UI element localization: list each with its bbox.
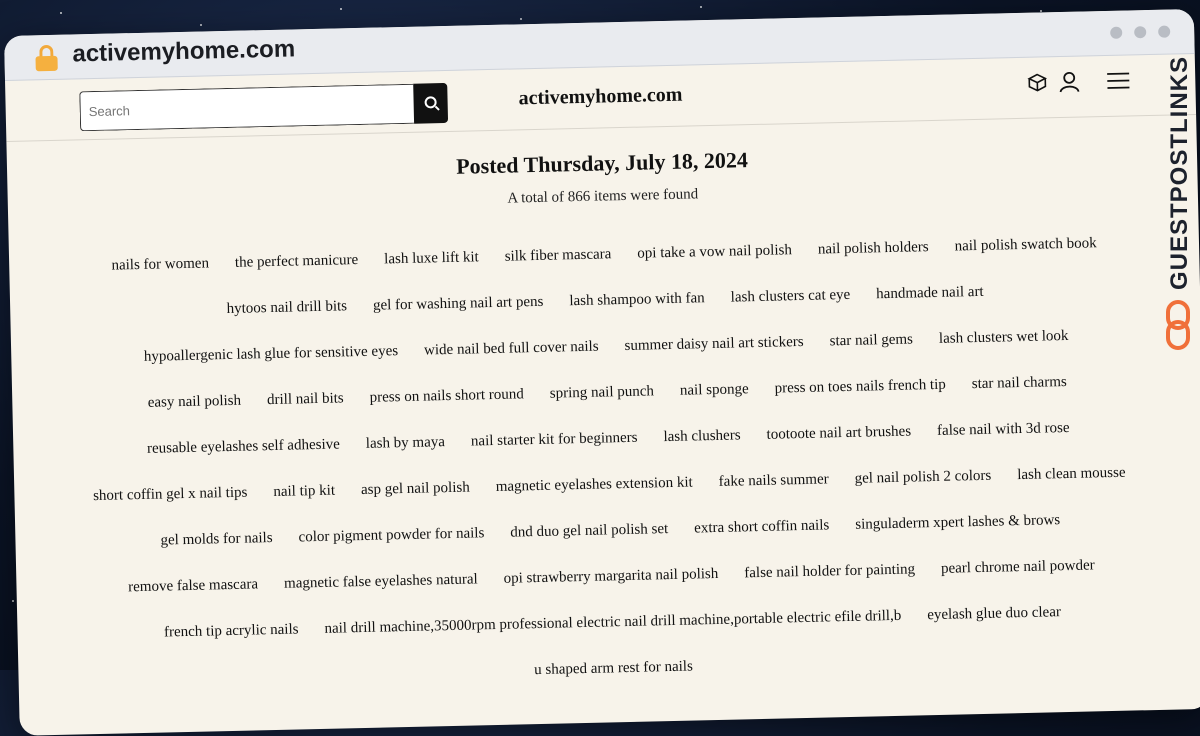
tag-list: nails for women the perfect manicure lash … (74, 219, 1144, 703)
tag-link[interactable]: singuladerm xpert lashes & brows (855, 497, 1061, 548)
tag-link[interactable]: nail polish holders (817, 224, 929, 273)
tag-link[interactable]: false nail with 3d rose (937, 405, 1070, 454)
tag-link[interactable]: hypoallergenic lash glue for sensitive e… (143, 328, 399, 380)
box-icon[interactable] (1027, 72, 1048, 92)
tag-link[interactable]: magnetic eyelashes extension kit (495, 459, 693, 509)
tag-link[interactable]: handmade nail art (876, 269, 984, 317)
tag-link[interactable]: reusable eyelashes self adhesive (147, 421, 341, 471)
tag-link[interactable]: nail sponge (679, 366, 749, 414)
guestpostlinks-banner-text: GUESTPOSTLINKS (1166, 56, 1193, 291)
tag-link[interactable]: summer daisy nail art stickers (624, 319, 804, 369)
tag-link[interactable]: lash clushers (663, 412, 741, 460)
site-title[interactable]: activemyhome.com (5, 72, 1195, 122)
browser-window: activemyhome.com activemyhome.com Posted… (4, 9, 1200, 736)
tag-link[interactable]: lash clusters cat eye (730, 272, 851, 321)
window-dot[interactable] (1134, 26, 1147, 39)
tag-link[interactable]: dnd duo gel nail polish set (510, 506, 669, 556)
link-icon (1166, 300, 1190, 350)
tag-link[interactable]: spring nail punch (549, 368, 654, 416)
tag-link[interactable]: gel molds for nails (160, 515, 273, 564)
tag-link[interactable]: tootoote nail art brushes (766, 409, 912, 458)
tag-link[interactable]: asp gel nail polish (360, 465, 470, 513)
tag-link[interactable]: lash clusters wet look (938, 313, 1069, 362)
tag-link[interactable]: press on toes nails french tip (774, 362, 946, 412)
tag-link[interactable]: remove false mascara (128, 561, 259, 610)
lock-icon (34, 44, 59, 72)
tag-link[interactable]: pearl chrome nail powder (940, 542, 1095, 591)
tag-link[interactable]: opi strawberry margarita nail polish (503, 551, 719, 602)
tag-link[interactable]: magnetic false eyelashes natural (284, 556, 479, 606)
tag-link[interactable]: hytoos nail drill bits (226, 283, 347, 332)
tag-link[interactable]: nail tip kit (273, 468, 336, 515)
tag-link[interactable]: false nail holder for painting (744, 546, 916, 596)
tag-link[interactable]: lash shampoo with fan (569, 275, 705, 324)
tag-link[interactable]: star nail charms (971, 359, 1067, 407)
url-text[interactable]: activemyhome.com (72, 35, 295, 68)
tag-link[interactable]: gel nail polish 2 colors (854, 453, 992, 502)
tag-link[interactable]: lash luxe lift kit (384, 234, 480, 282)
tag-link[interactable]: wide nail bed full cover nails (424, 324, 600, 374)
user-icon[interactable] (1059, 71, 1080, 93)
menu-icon[interactable] (1105, 70, 1131, 91)
tag-link[interactable]: french tip acrylic nails (163, 606, 299, 655)
tag-link[interactable]: opi take a vow nail polish (637, 227, 793, 276)
tag-link[interactable]: drill nail bits (267, 375, 345, 423)
tag-link[interactable]: u shaped arm rest for nails (534, 644, 694, 694)
tag-link[interactable]: lash clean mousse (1017, 450, 1126, 498)
tag-link[interactable]: eyelash glue duo clear (927, 589, 1062, 638)
tag-link[interactable]: star nail gems (829, 316, 913, 364)
tag-link[interactable]: easy nail polish (147, 378, 242, 426)
tag-link[interactable]: press on nails short round (369, 371, 524, 420)
window-controls (1110, 25, 1171, 39)
tag-link[interactable]: gel for washing nail art pens (373, 279, 544, 329)
tag-link[interactable]: nail polish swatch book (954, 220, 1097, 269)
tag-link[interactable]: nail starter kit for beginners (470, 415, 638, 465)
tag-link[interactable]: extra short coffin nails (694, 502, 830, 551)
header-icons (1027, 69, 1131, 93)
tag-link[interactable]: fake nails summer (718, 456, 829, 504)
tag-link[interactable]: nails for women (111, 240, 210, 288)
tag-link[interactable]: the perfect manicure (234, 237, 359, 286)
window-dot[interactable] (1110, 26, 1123, 39)
tag-link[interactable]: color pigment powder for nails (298, 510, 485, 560)
main-content: Posted Thursday, July 18, 2024 A total o… (6, 115, 1200, 705)
window-dot[interactable] (1158, 25, 1171, 38)
tag-link[interactable]: short coffin gel x nail tips (93, 470, 248, 519)
tag-link[interactable]: lash by maya (365, 419, 445, 467)
tag-link[interactable]: silk fiber mascara (504, 231, 612, 279)
